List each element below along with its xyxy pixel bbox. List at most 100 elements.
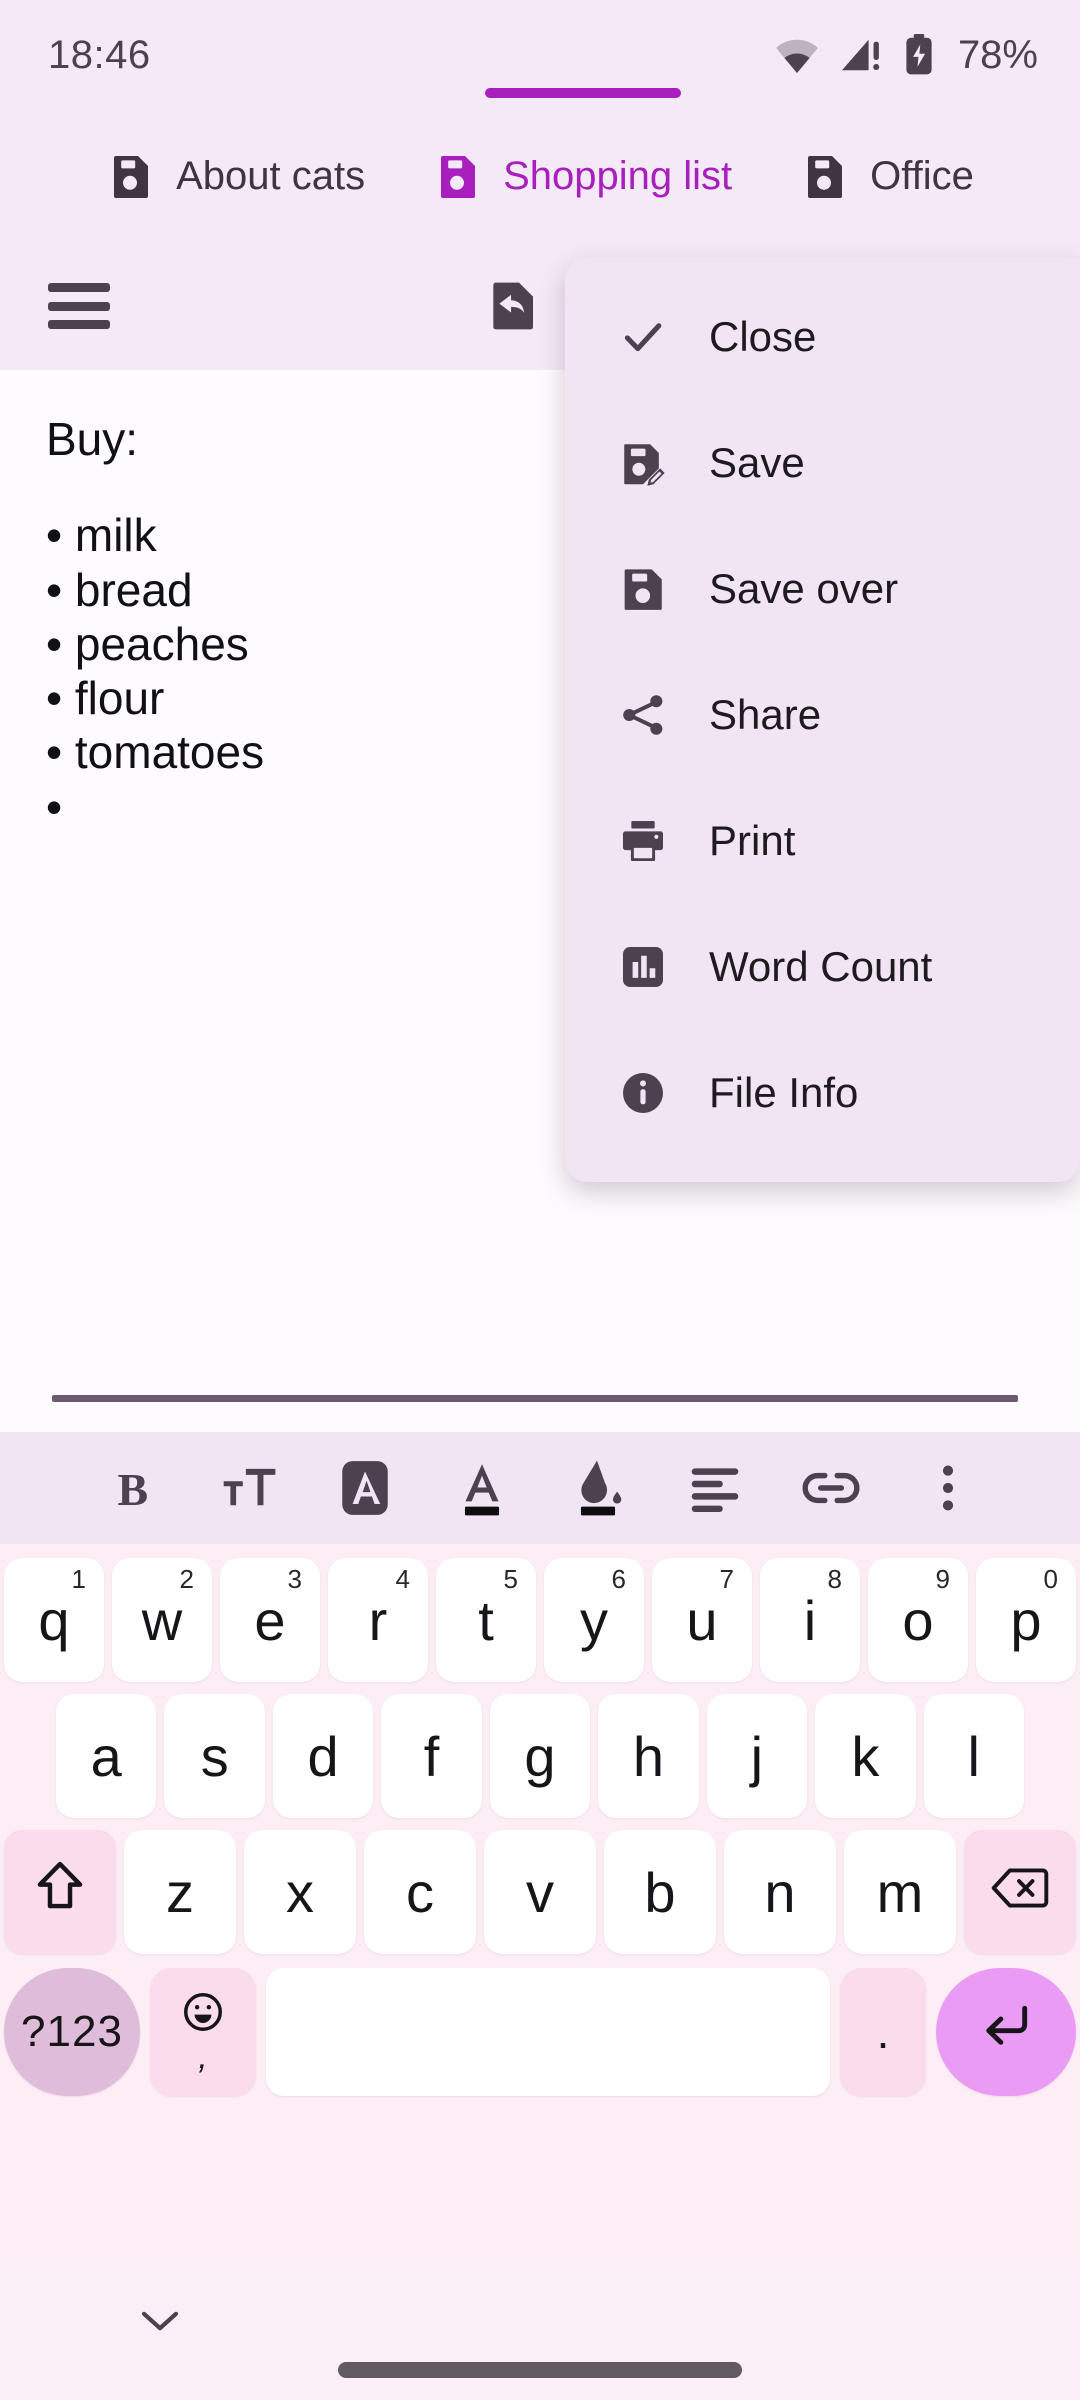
tab-active-indicator [484, 88, 681, 98]
key-r[interactable]: 4r [328, 1558, 428, 1682]
key-hint: 9 [935, 1564, 950, 1594]
keyboard-row-4: ?123 , . [0, 1968, 1080, 2096]
menu-item-file-info[interactable]: File Info [565, 1030, 1080, 1156]
fill-color-icon[interactable] [562, 1452, 634, 1524]
key-j[interactable]: j [706, 1694, 808, 1818]
menu-item-label: Word Count [709, 943, 933, 990]
key-label: . [876, 2006, 890, 2058]
navigation-bar [0, 2260, 1080, 2400]
key-i[interactable]: 8i [760, 1558, 860, 1682]
key-hint: 5 [503, 1564, 518, 1594]
key-label: s [200, 1724, 229, 1788]
key-label: c [406, 1860, 434, 1924]
key-hint: 1 [71, 1564, 86, 1594]
menu-item-label: File Info [709, 1069, 859, 1116]
key-label: f [423, 1724, 440, 1788]
menu-item-save-over[interactable]: Save over [565, 526, 1080, 652]
key-label: r [368, 1588, 388, 1652]
home-indicator[interactable] [338, 2362, 742, 2378]
key-h[interactable]: h [598, 1694, 699, 1818]
keyboard-row-3: z x c v b n m [0, 1830, 1080, 1954]
hamburger-menu-icon[interactable] [48, 283, 110, 329]
key-f[interactable]: f [381, 1694, 482, 1818]
menu-item-save[interactable]: Save [565, 400, 1080, 526]
key-s[interactable]: s [164, 1694, 265, 1818]
key-m[interactable]: m [844, 1830, 956, 1954]
key-p[interactable]: 0p [976, 1558, 1076, 1682]
tab-shopping-list[interactable]: Shopping list [399, 88, 766, 242]
menu-item-close[interactable]: Close [565, 274, 1080, 400]
key-space[interactable] [266, 1968, 830, 2096]
key-hint: 6 [611, 1564, 626, 1594]
revert-document-icon[interactable] [484, 278, 540, 334]
key-label: q [38, 1588, 70, 1652]
key-g[interactable]: g [489, 1694, 591, 1818]
link-icon[interactable] [795, 1452, 867, 1524]
menu-item-print[interactable]: Print [565, 778, 1080, 904]
key-hint: 8 [827, 1564, 842, 1594]
phone-screen: 18:46 78% About cats Shopping list Offic… [0, 0, 1080, 2400]
key-label: x [286, 1860, 314, 1924]
key-backspace[interactable] [964, 1830, 1076, 1954]
key-numeric-switch[interactable]: ?123 [4, 1968, 140, 2096]
key-t[interactable]: 5t [436, 1558, 536, 1682]
menu-item-share[interactable]: Share [565, 652, 1080, 778]
format-toolbar: B [0, 1432, 1080, 1544]
menu-item-word-count[interactable]: Word Count [565, 904, 1080, 1030]
status-clock: 18:46 [48, 32, 151, 77]
key-x[interactable]: x [244, 1830, 356, 1954]
key-u[interactable]: 7u [652, 1558, 752, 1682]
key-label: ?123 [21, 2007, 123, 2056]
tab-about-cats[interactable]: About cats [72, 110, 399, 242]
key-label: a [90, 1724, 122, 1788]
key-hint: 7 [719, 1564, 734, 1594]
menu-item-label: Close [709, 313, 817, 360]
key-v[interactable]: v [484, 1830, 596, 1954]
key-shift[interactable] [4, 1830, 116, 1954]
key-emoji[interactable]: , [150, 1968, 256, 2096]
tab-label: About cats [176, 153, 366, 198]
key-c[interactable]: c [364, 1830, 476, 1954]
key-emoji-secondary-label: , [198, 2038, 208, 2076]
svg-text:B: B [118, 1464, 149, 1515]
menu-item-label: Save [709, 439, 805, 486]
floppy-disk-icon [800, 152, 848, 200]
key-period[interactable]: . [840, 1968, 926, 2096]
key-e[interactable]: 3e [220, 1558, 320, 1682]
key-d[interactable]: d [272, 1694, 374, 1818]
key-n[interactable]: n [724, 1830, 836, 1954]
bold-icon[interactable]: B [96, 1452, 168, 1524]
typeface-icon[interactable] [329, 1452, 401, 1524]
key-q[interactable]: 1q [4, 1558, 104, 1682]
key-y[interactable]: 6y [544, 1558, 644, 1682]
key-w[interactable]: 2w [112, 1558, 212, 1682]
checkmark-icon [617, 311, 669, 363]
chevron-down-icon[interactable] [136, 2304, 184, 2338]
key-b[interactable]: b [604, 1830, 716, 1954]
shift-up-arrow-icon [32, 1858, 88, 1927]
key-l[interactable]: l [923, 1694, 1024, 1818]
key-k[interactable]: k [815, 1694, 916, 1818]
key-enter[interactable] [936, 1968, 1076, 2096]
key-label: o [902, 1588, 934, 1652]
floppy-disk-icon [106, 152, 154, 200]
key-hint: 0 [1043, 1564, 1058, 1594]
keyboard-row-1: 1q 2w 3e 4r 5t 6y 7u 8i 9o 0p [0, 1558, 1080, 1682]
text-color-icon[interactable] [446, 1452, 518, 1524]
key-a[interactable]: a [56, 1694, 157, 1818]
menu-item-label: Print [709, 817, 796, 864]
key-label: v [526, 1860, 554, 1924]
share-icon [617, 689, 669, 741]
text-size-icon[interactable] [213, 1452, 285, 1524]
key-label: h [632, 1724, 665, 1788]
key-label: u [686, 1588, 718, 1652]
align-left-icon[interactable] [679, 1452, 751, 1524]
key-hint: 2 [179, 1564, 194, 1594]
more-options-icon[interactable] [912, 1452, 984, 1524]
key-o[interactable]: 9o [868, 1558, 968, 1682]
cellular-signal-warning-icon [838, 36, 884, 74]
tab-office[interactable]: Office [766, 110, 1008, 242]
floppy-disk-icon [617, 563, 669, 615]
key-z[interactable]: z [124, 1830, 236, 1954]
on-screen-keyboard: 1q 2w 3e 4r 5t 6y 7u 8i 9o 0p a s d f g … [0, 1544, 1080, 2260]
